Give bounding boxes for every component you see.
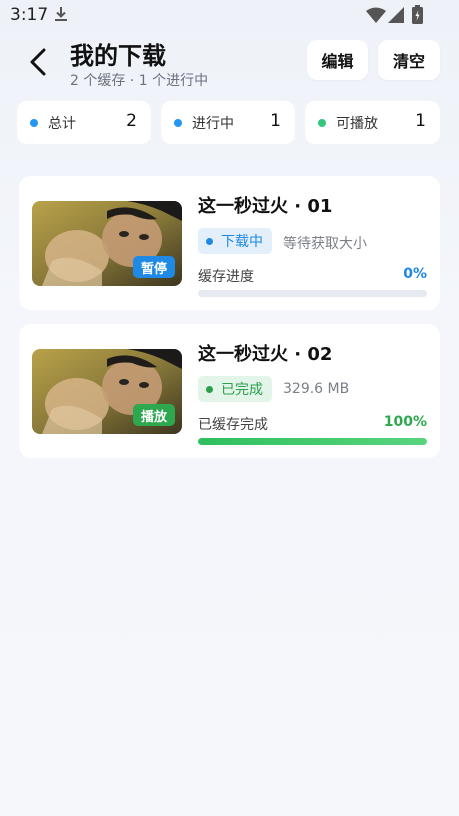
back-button[interactable]	[24, 44, 54, 80]
status-text: 已完成	[221, 382, 263, 398]
stat-label: 总计	[48, 116, 76, 132]
edit-button[interactable]: 编辑	[307, 40, 368, 80]
status-dot	[30, 119, 38, 127]
file-size-text: 等待获取大小	[283, 236, 367, 252]
stat-label: 可播放	[336, 116, 378, 132]
episode-title: 这一秒过火 · 01	[198, 196, 333, 217]
page-title: 我的下载	[70, 42, 166, 70]
signal-icon	[388, 7, 404, 23]
stat-card-in-progress: 进行中 1	[161, 101, 295, 144]
stat-value: 1	[270, 111, 281, 131]
video-thumbnail[interactable]: 暂停	[32, 201, 182, 286]
clear-button[interactable]: 清空	[378, 40, 440, 80]
file-size-text: 329.6 MB	[283, 381, 350, 397]
status-badge: 已完成	[198, 376, 272, 402]
status-bar: 3:17	[0, 0, 459, 30]
stat-value: 2	[126, 111, 137, 131]
status-dot	[206, 385, 213, 393]
status-dot	[174, 119, 182, 127]
download-item[interactable]: 播放 这一秒过火 · 02 已完成 329.6 MB 已缓存完成 100%	[19, 324, 440, 458]
status-dot	[318, 119, 326, 127]
chevron-left-icon	[30, 48, 46, 76]
pause-button[interactable]: 暂停	[132, 256, 175, 278]
status-badge: 下载中	[198, 228, 272, 254]
progress-percent: 100%	[383, 414, 427, 430]
status-text: 下载中	[221, 234, 263, 250]
page-subtitle: 2 个缓存 · 1 个进行中	[70, 73, 209, 89]
stat-card-total: 总计 2	[17, 101, 151, 144]
progress-bar	[198, 438, 427, 445]
battery-icon	[412, 5, 423, 24]
video-thumbnail[interactable]: 播放	[32, 349, 182, 434]
play-button[interactable]: 播放	[132, 404, 175, 426]
stat-value: 1	[415, 111, 426, 131]
progress-label: 缓存进度	[198, 269, 254, 285]
download-item[interactable]: 暂停 这一秒过火 · 01 下载中 等待获取大小 缓存进度 0%	[19, 176, 440, 310]
progress-percent: 0%	[403, 266, 427, 282]
progress-bar	[198, 290, 427, 297]
status-dot	[206, 237, 213, 245]
status-time: 3:17	[10, 5, 49, 25]
progress-label: 已缓存完成	[198, 417, 268, 433]
stat-label: 进行中	[192, 116, 234, 132]
episode-title: 这一秒过火 · 02	[198, 344, 333, 365]
stat-card-playable: 可播放 1	[305, 101, 440, 144]
progress-fill	[198, 438, 427, 445]
wifi-icon	[366, 7, 386, 23]
download-icon	[55, 7, 67, 21]
